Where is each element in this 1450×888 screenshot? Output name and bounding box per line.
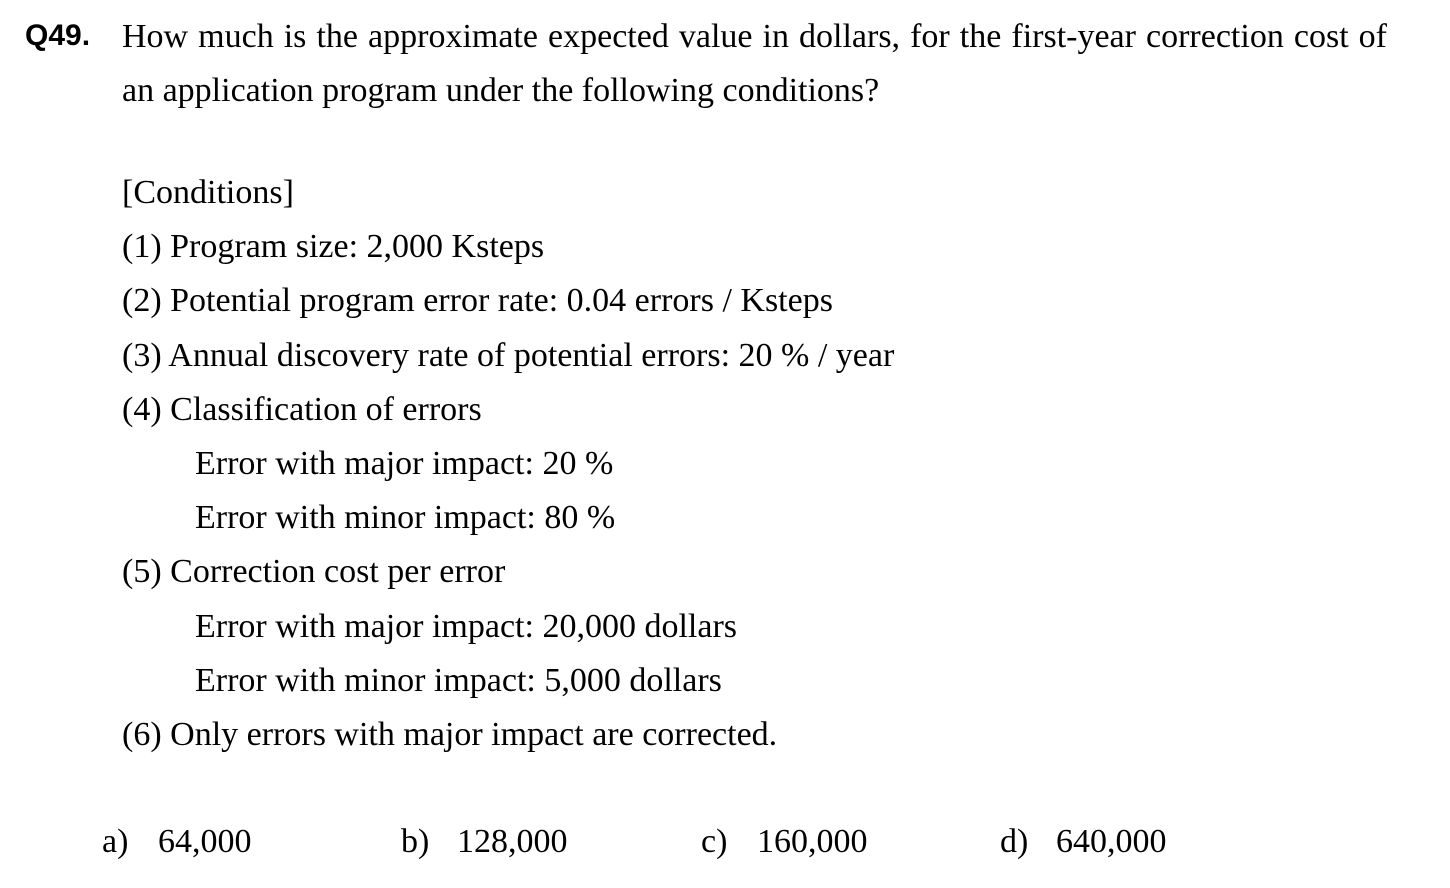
choice-c-letter: c)	[701, 823, 728, 860]
question-block: Q49. How much is the approximate expecte…	[25, 10, 1387, 118]
condition-correction-cost: (5) Correction cost per error	[122, 553, 506, 591]
choice-c[interactable]: c) 160,000	[701, 814, 868, 870]
choice-a-value: 64,000	[158, 823, 252, 860]
conditions-heading: [Conditions]	[122, 174, 294, 211]
question-number: Q49.	[25, 19, 91, 52]
choice-b[interactable]: b) 128,000	[401, 814, 568, 870]
condition-classification: (4) Classification of errors	[122, 390, 482, 428]
condition-major-impact-share: Error with major impact: 20 %	[195, 444, 614, 482]
condition-discovery-rate: (3) Annual discovery rate of potential e…	[122, 336, 895, 374]
condition-only-major-corrected: (6) Only errors with major impact are co…	[122, 715, 778, 753]
choice-b-value: 128,000	[457, 823, 568, 860]
condition-minor-impact-cost: Error with minor impact: 5,000 dollars	[195, 661, 722, 699]
condition-minor-impact-share: Error with minor impact: 80 %	[195, 499, 616, 537]
choice-d-value: 640,000	[1056, 823, 1167, 860]
condition-error-rate: (2) Potential program error rate: 0.04 e…	[122, 282, 833, 320]
choice-b-letter: b)	[401, 823, 430, 860]
choice-a-letter: a)	[102, 823, 129, 860]
choice-d-letter: d)	[1000, 823, 1029, 860]
choice-c-value: 160,000	[757, 823, 868, 860]
choice-a[interactable]: a) 64,000	[102, 814, 252, 870]
condition-program-size: (1) Program size: 2,000 Ksteps	[122, 228, 545, 266]
question-text: How much is the approximate expected val…	[122, 18, 1387, 109]
choice-d[interactable]: d) 640,000	[1000, 814, 1167, 870]
conditions-block: [Conditions] (1) Program size: 2,000 Kst…	[122, 166, 894, 762]
condition-major-impact-cost: Error with major impact: 20,000 dollars	[195, 607, 737, 645]
answer-choices: a) 64,000 b) 128,000 c) 160,000 d) 640,000	[0, 814, 1450, 870]
